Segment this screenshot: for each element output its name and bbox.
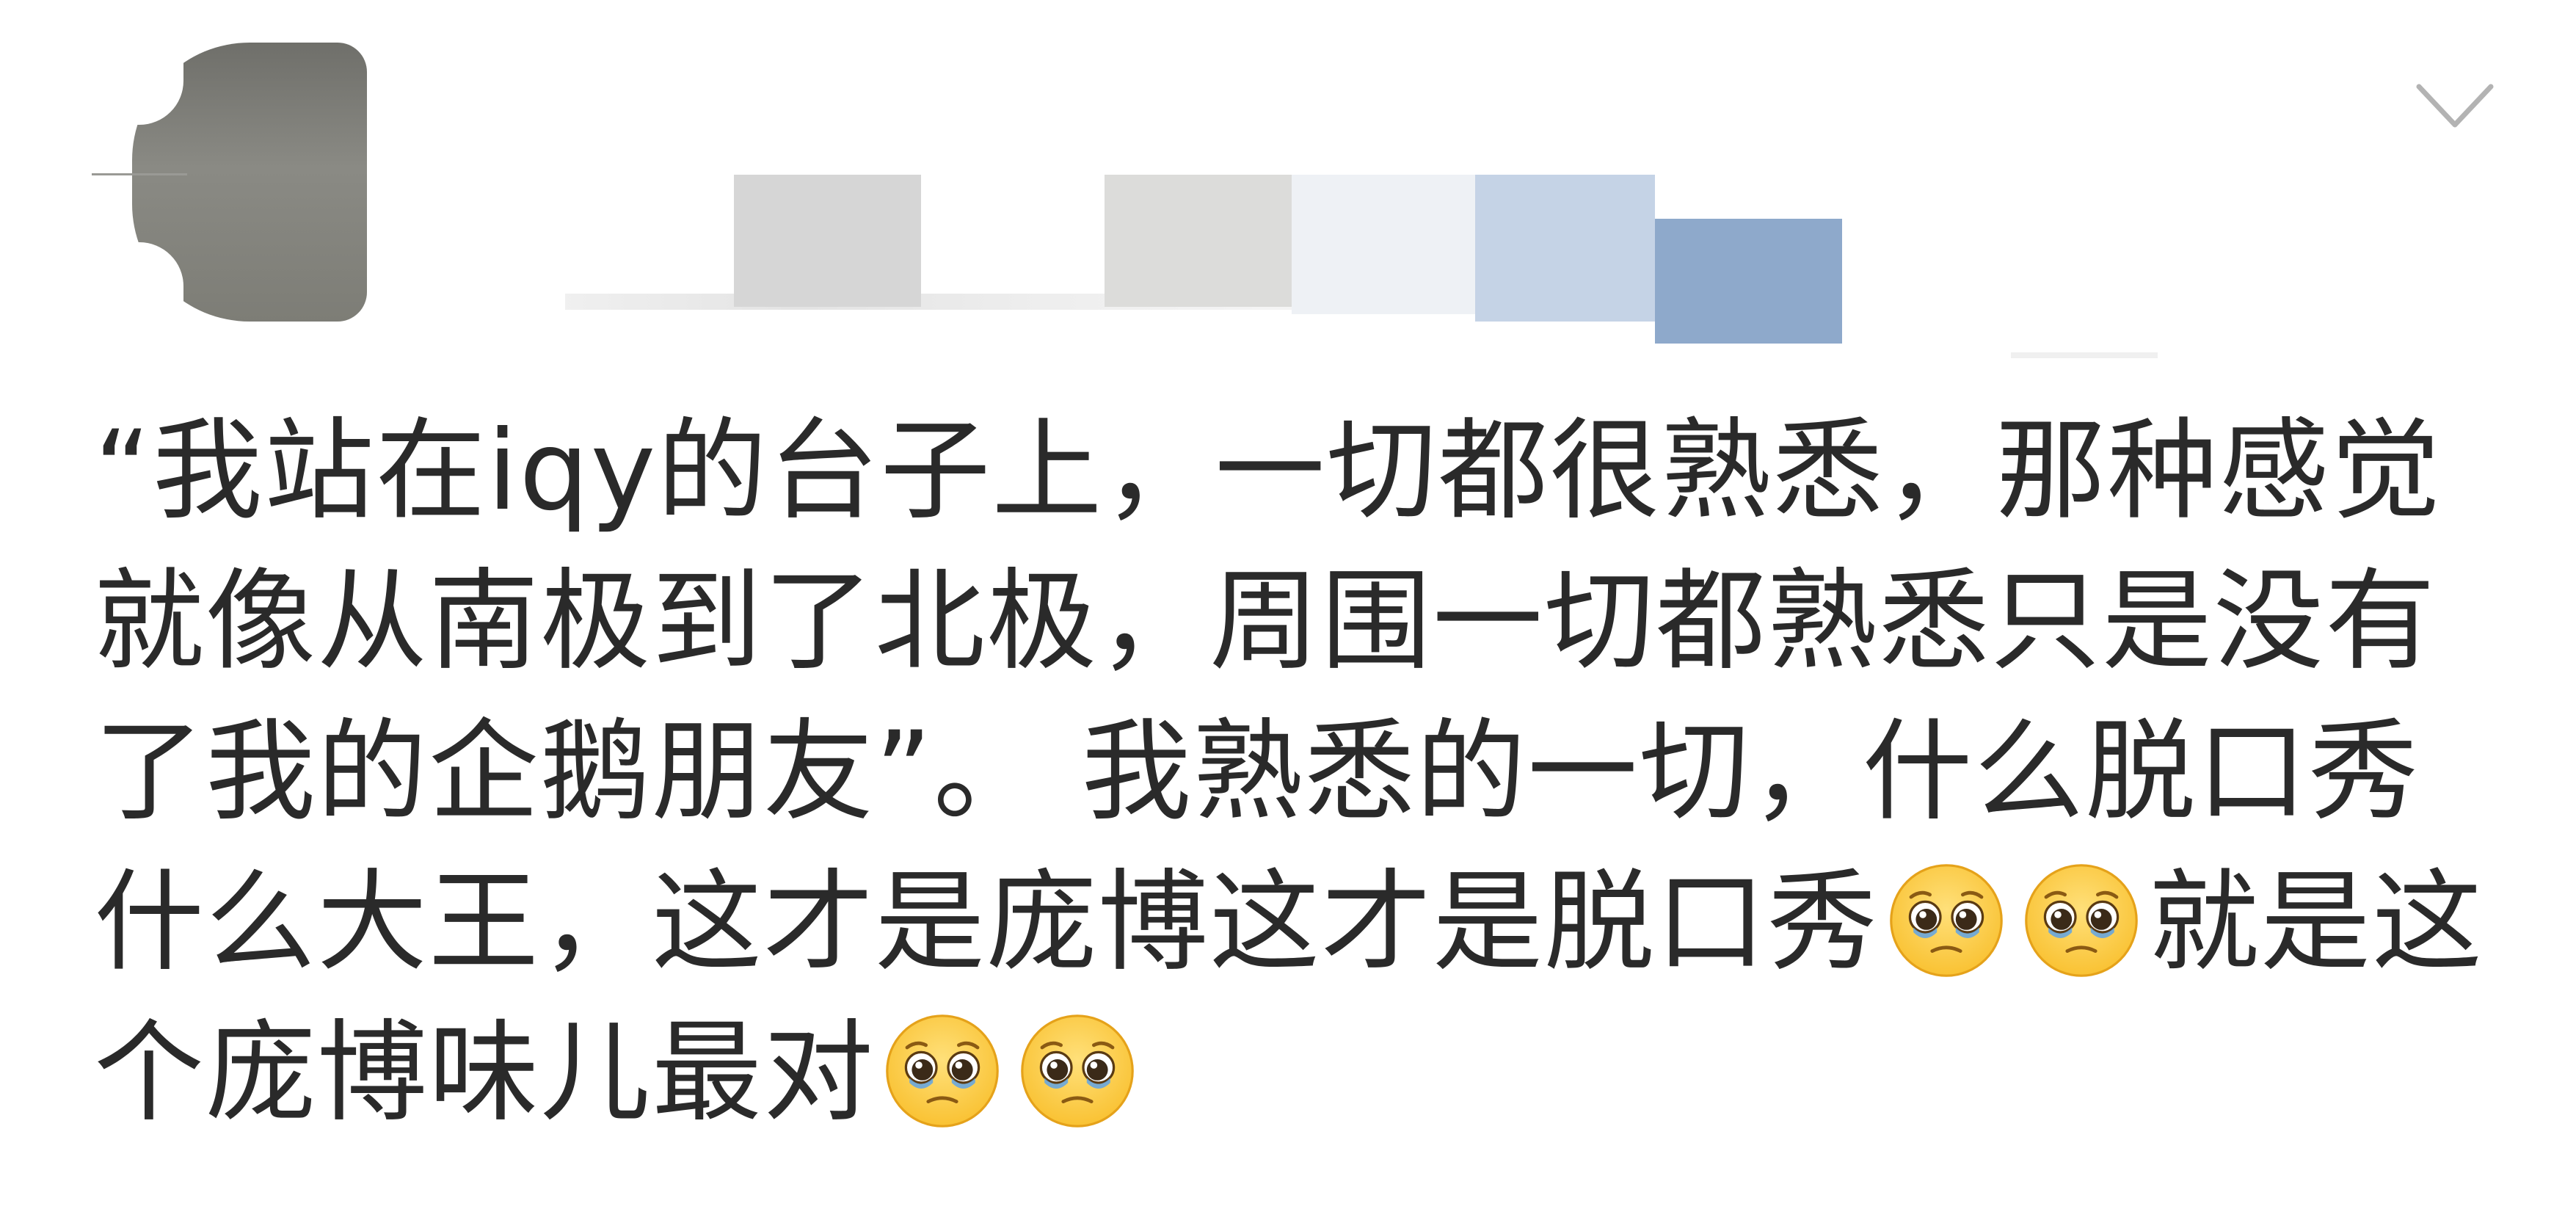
comment-card: “我站在iqy的台子上，一切都很熟悉，那种感觉就像从南极到了北极，周围一切都熟悉… [0,0,2576,1209]
chevron-down-icon[interactable] [2415,81,2495,132]
comment-header [0,0,2576,367]
pleading-face-icon [2023,862,2140,979]
redacted-block [734,175,921,307]
pleading-face-icon [1019,1012,1136,1130]
redacted-block [1105,175,1292,307]
pleading-face-icon [884,1012,1001,1130]
redacted-block [1655,219,1842,344]
avatar-divider [92,173,187,175]
redacted-block [1292,175,1475,314]
pleading-face-icon [1888,862,2005,979]
redacted-block [1475,175,1655,322]
comment-text: “我站在iqy的台子上，一切都很熟悉，那种感觉就像从南极到了北极，周围一切都熟悉… [94,396,2486,1149]
redacted-timestamp [2011,352,2158,358]
